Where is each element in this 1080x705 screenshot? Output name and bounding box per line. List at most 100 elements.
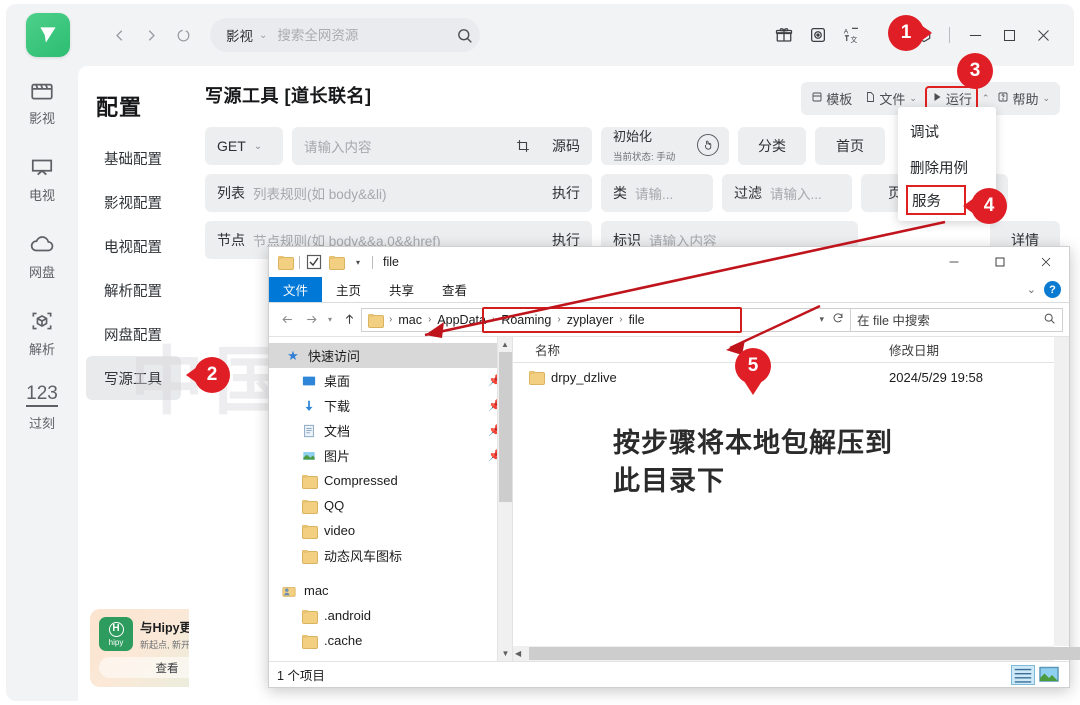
init-status-field[interactable]: 初始化 当前状态: 手动 — [601, 127, 729, 165]
nav-item-mac[interactable]: mac — [269, 578, 512, 603]
rail-item-scheduled[interactable]: 123 过刻 — [6, 384, 78, 432]
details-view-button[interactable] — [1011, 664, 1035, 685]
nav-item-desktop[interactable]: 桌面 📌 — [269, 368, 512, 393]
search-input[interactable] — [275, 26, 457, 44]
sidebar-item-tv-config[interactable]: 电视配置 — [86, 224, 181, 268]
search-icon[interactable] — [1043, 312, 1056, 328]
scroll-down-icon[interactable]: ▼ — [498, 646, 512, 661]
class-field[interactable]: 类 请输... — [601, 174, 713, 212]
list-rule-input[interactable]: 列表规则(如 body&&li) — [253, 183, 387, 203]
chevron-down-icon[interactable]: ⌄ — [909, 93, 917, 104]
back-icon[interactable] — [104, 20, 134, 50]
method-select[interactable]: GET ⌄ — [205, 127, 283, 165]
nav-item-cache[interactable]: .cache — [269, 628, 512, 653]
list-rule-field[interactable]: 列表 列表规则(如 body&&li) 执行 — [205, 174, 592, 212]
nav-item-qq[interactable]: QQ — [269, 493, 512, 518]
explorer-maximize-button[interactable] — [977, 247, 1023, 277]
nav-item-compressed[interactable]: Compressed — [269, 468, 512, 493]
back-icon[interactable] — [275, 308, 299, 332]
column-header-name[interactable]: 名称 — [513, 340, 889, 359]
folder-icon[interactable] — [277, 254, 294, 270]
sidebar-item-source-tool[interactable]: 写源工具 — [86, 356, 181, 400]
column-header-modified[interactable]: 修改日期 — [889, 340, 1069, 359]
gift-icon[interactable] — [767, 19, 801, 51]
forward-icon[interactable] — [136, 20, 166, 50]
nav-item-quick-access[interactable]: ★ 快速访问 — [269, 343, 512, 368]
breadcrumb-item-mac[interactable]: mac — [395, 313, 425, 327]
hand-click-icon[interactable] — [697, 134, 719, 156]
refresh-icon[interactable] — [832, 312, 844, 327]
category-button[interactable]: 分类 — [738, 127, 806, 165]
hscrollbar-thumb[interactable] — [529, 647, 1080, 660]
global-search-bar[interactable]: 影视 ⌄ — [210, 18, 480, 52]
nav-item-documents[interactable]: 文档 📌 — [269, 418, 512, 443]
sidebar-item-basic-config[interactable]: 基础配置 — [86, 136, 181, 180]
sidebar-item-movie-config[interactable]: 影视配置 — [86, 180, 181, 224]
breadcrumb-item-appdata[interactable]: AppData — [434, 313, 489, 327]
help-button[interactable]: 帮助 ⌄ — [993, 87, 1054, 110]
maximize-button[interactable] — [992, 19, 1026, 51]
url-input-group[interactable]: 请输入内容 源码 — [292, 127, 592, 165]
chevron-down-icon[interactable]: ⌄ — [254, 141, 262, 152]
chevron-down-icon[interactable]: ▾ — [350, 254, 366, 270]
search-icon[interactable] — [456, 27, 473, 44]
nav-item-pinwheel-icons[interactable]: 动态风车图标 — [269, 543, 512, 568]
large-icons-view-button[interactable] — [1037, 665, 1061, 685]
tab-share[interactable]: 共享 — [375, 277, 428, 302]
file-list-vscrollbar[interactable] — [1054, 337, 1069, 646]
close-button[interactable] — [1026, 19, 1060, 51]
checkbox-icon[interactable] — [306, 254, 322, 270]
chevron-down-icon[interactable]: ⌄ — [1027, 283, 1036, 296]
file-list-hscrollbar[interactable]: ◀ ▶ — [513, 646, 1080, 661]
chevron-down-icon[interactable]: ▾ — [819, 314, 824, 325]
rail-item-netdisk[interactable]: 网盘 — [6, 230, 78, 281]
nav-scrollbar[interactable]: ▲ ▼ — [497, 337, 512, 661]
url-input[interactable]: 请输入内容 — [304, 136, 372, 156]
history-dropdown-icon[interactable]: ▾ — [323, 308, 337, 332]
rail-item-movies[interactable]: 影视 — [6, 76, 78, 127]
run-menu-item-debug[interactable]: 调试 — [898, 113, 996, 149]
nav-item-pictures[interactable]: 图片 📌 — [269, 443, 512, 468]
scroll-up-icon[interactable]: ▲ — [498, 337, 512, 352]
scroll-left-icon[interactable]: ◀ — [515, 649, 521, 658]
class-input[interactable]: 请输... — [635, 183, 673, 203]
nav-item-downloads[interactable]: 下载 📌 — [269, 393, 512, 418]
source-code-button[interactable]: 源码 — [552, 136, 580, 156]
filter-input[interactable]: 请输入... — [770, 183, 822, 203]
explorer-close-button[interactable] — [1023, 247, 1069, 277]
rail-item-parse[interactable]: 解析 — [6, 307, 78, 358]
tab-home[interactable]: 主页 — [322, 277, 375, 302]
tab-file[interactable]: 文件 — [269, 277, 323, 302]
breadcrumb-item-file[interactable]: file — [626, 313, 648, 327]
nav-item-video[interactable]: video — [269, 518, 512, 543]
record-icon[interactable] — [801, 19, 835, 51]
explorer-minimize-button[interactable] — [931, 247, 977, 277]
search-category[interactable]: 影视 — [226, 25, 253, 45]
sidebar-item-parse-config[interactable]: 解析配置 — [86, 268, 181, 312]
file-row[interactable]: drpy_dzlive 2024/5/29 19:58 — [513, 363, 1069, 391]
breadcrumb[interactable]: › mac › AppData › Roaming › zyplayer › f… — [361, 306, 851, 333]
filter-field[interactable]: 过滤 请输入... — [722, 174, 852, 212]
folder-icon[interactable] — [328, 254, 345, 270]
forward-icon[interactable] — [299, 308, 323, 332]
template-button[interactable]: 模板 — [807, 87, 856, 110]
run-menu-item-service[interactable]: 服务 — [906, 185, 966, 215]
translate-icon[interactable]: A 文 — [835, 19, 869, 51]
refresh-icon[interactable] — [168, 20, 198, 50]
chevron-down-icon[interactable]: ⌄ — [259, 30, 267, 41]
up-icon[interactable] — [337, 308, 361, 332]
crop-icon[interactable] — [516, 139, 530, 153]
explorer-search-input[interactable]: 在 file 中搜索 — [857, 310, 930, 329]
breadcrumb-item-zyplayer[interactable]: zyplayer — [564, 313, 617, 327]
run-menu-item-delete-case[interactable]: 删除用例 — [898, 149, 996, 185]
help-icon[interactable]: ? — [1044, 281, 1061, 298]
nav-scrollbar-thumb[interactable] — [499, 352, 512, 502]
chevron-down-icon[interactable]: ⌄ — [1042, 93, 1050, 104]
explorer-search-box[interactable]: 在 file 中搜索 — [851, 307, 1063, 332]
tab-view[interactable]: 查看 — [428, 277, 481, 302]
home-button[interactable]: 首页 — [815, 127, 885, 165]
rail-item-tv[interactable]: 电视 — [6, 153, 78, 204]
sidebar-item-netdisk-config[interactable]: 网盘配置 — [86, 312, 181, 356]
list-rule-execute-button[interactable]: 执行 — [552, 183, 580, 203]
breadcrumb-item-roaming[interactable]: Roaming — [498, 313, 554, 327]
